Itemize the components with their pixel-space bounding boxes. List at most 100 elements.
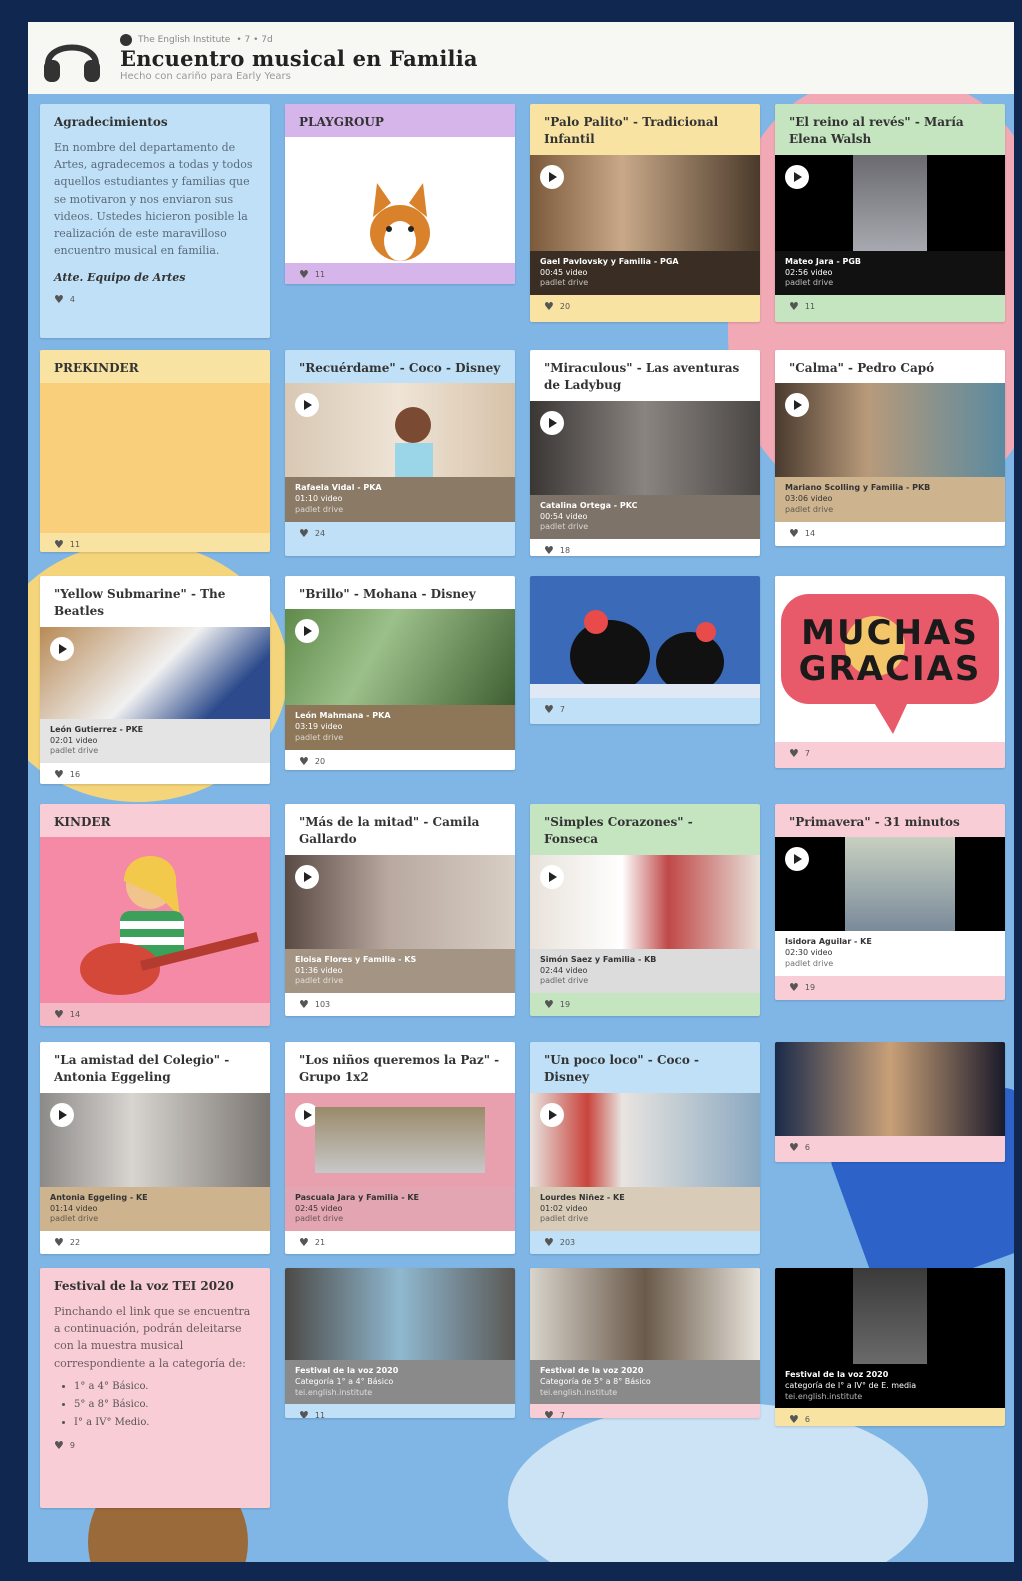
list-item[interactable]: 5° a 8° Básico. <box>74 1396 256 1414</box>
heart-icon[interactable]: ♥ <box>299 756 309 767</box>
list-item[interactable]: I° a IV° Medio. <box>74 1414 256 1432</box>
video-caption: Festival de la voz 2020 Categoría de 5° … <box>530 1360 760 1405</box>
heart-icon[interactable]: ♥ <box>299 528 309 539</box>
owner-name[interactable]: The English Institute <box>138 35 230 45</box>
post-cartoon[interactable]: ♥ 7 <box>530 576 760 724</box>
video-thumbnail[interactable] <box>775 1268 1005 1364</box>
caption-duration: 00:54 video <box>540 511 588 521</box>
play-icon[interactable] <box>50 636 74 661</box>
heart-icon[interactable]: ♥ <box>789 748 799 759</box>
video-caption: Eloisa Flores y Familia - KS 01:36 video… <box>285 948 515 994</box>
post-amistad[interactable]: "La amistad del Colegio" - Antonia Eggel… <box>40 1042 270 1254</box>
post-prekinder[interactable]: PREKINDER ♥ 11 <box>40 350 270 552</box>
like-count: 4 <box>69 294 75 304</box>
video-thumbnail[interactable] <box>530 154 760 251</box>
list-item[interactable]: 1° a 4° Básico. <box>74 1378 256 1396</box>
video-caption: Festival de la voz 2020 categoría de I° … <box>775 1364 1005 1409</box>
play-icon[interactable] <box>540 164 564 189</box>
heart-icon[interactable]: ♥ <box>544 1410 554 1418</box>
like-count: 6 <box>804 1415 810 1425</box>
play-icon[interactable] <box>540 1102 564 1127</box>
post-yellow-submarine[interactable]: "Yellow Submarine" - The Beatles León Gu… <box>40 576 270 784</box>
post-calma[interactable]: "Calma" - Pedro Capó Mariano Scolling y … <box>775 350 1005 546</box>
heart-icon[interactable]: ♥ <box>54 294 64 305</box>
padlet-header: The English Institute • 7 • 7d Encuentro… <box>28 22 1014 94</box>
like-count: 16 <box>69 770 81 780</box>
post-applause[interactable]: ♥ 6 <box>775 1042 1005 1162</box>
heart-icon[interactable]: ♥ <box>544 301 554 312</box>
post-festival-1[interactable]: Festival de la voz 2020 Categoría 1° a 4… <box>285 1268 515 1418</box>
heart-icon[interactable]: ♥ <box>299 999 309 1010</box>
heart-icon[interactable]: ♥ <box>299 1410 309 1418</box>
like-count: 19 <box>804 982 816 992</box>
heart-icon[interactable]: ♥ <box>54 1440 64 1451</box>
post-image <box>530 576 760 698</box>
post-kinder[interactable]: KINDER ♥ 14 <box>40 804 270 1026</box>
post-mas-de-la-mitad[interactable]: "Más de la mitad" - Camila Gallardo Eloi… <box>285 804 515 1016</box>
like-count: 9 <box>69 1440 75 1450</box>
play-icon[interactable] <box>50 1102 74 1127</box>
heart-icon[interactable]: ♥ <box>789 528 799 539</box>
video-thumbnail[interactable] <box>285 383 515 478</box>
heart-icon[interactable]: ♥ <box>544 704 554 715</box>
post-title: Agradecimientos <box>54 115 168 129</box>
caption-source: tei.english.institute <box>295 1387 373 1397</box>
play-icon[interactable] <box>540 410 564 435</box>
play-icon[interactable] <box>785 393 809 418</box>
video-thumbnail[interactable] <box>40 626 270 719</box>
video-thumbnail[interactable] <box>285 609 515 706</box>
owner-avatar[interactable] <box>120 34 132 46</box>
video-thumbnail[interactable] <box>530 1268 760 1360</box>
play-icon[interactable] <box>295 619 319 644</box>
caption-source: padlet drive <box>785 504 834 514</box>
video-thumbnail[interactable] <box>40 1092 270 1187</box>
post-reino-al-reves[interactable]: "El reino al revés" - María Elena Walsh … <box>775 104 1005 322</box>
like-count: 21 <box>314 1238 326 1248</box>
post-brillo[interactable]: "Brillo" - Mohana - Disney León Mahmana … <box>285 576 515 770</box>
heart-icon[interactable]: ♥ <box>299 1237 309 1248</box>
post-un-poco-loco[interactable]: "Un poco loco" - Coco - Disney Lourdes N… <box>530 1042 760 1254</box>
like-count: 11 <box>314 270 326 280</box>
heart-icon[interactable]: ♥ <box>54 1009 64 1020</box>
heart-icon[interactable]: ♥ <box>544 1237 554 1248</box>
video-thumbnail[interactable] <box>285 1268 515 1360</box>
play-icon[interactable] <box>540 864 564 889</box>
caption-author: Simón Saez y Familia - KB <box>540 954 657 964</box>
heart-icon[interactable]: ♥ <box>299 269 309 280</box>
video-thumbnail[interactable] <box>775 154 1005 251</box>
like-count: 7 <box>804 749 810 758</box>
video-thumbnail[interactable] <box>285 1092 515 1187</box>
video-thumbnail[interactable] <box>530 854 760 949</box>
post-title: "Simples Corazones" - Fonseca <box>544 815 693 847</box>
caption-duration: 01:36 video <box>295 965 343 975</box>
heart-icon[interactable]: ♥ <box>789 1414 799 1425</box>
video-thumbnail[interactable] <box>285 854 515 949</box>
play-icon[interactable] <box>295 864 319 889</box>
post-miraculous[interactable]: "Miraculous" - Las aventuras de Ladybug … <box>530 350 760 556</box>
post-festival-2[interactable]: Festival de la voz 2020 Categoría de 5° … <box>530 1268 760 1418</box>
post-muchas-gracias[interactable]: MUCHAS GRACIAS ♥ 7 <box>775 576 1005 768</box>
post-playgroup[interactable]: PLAYGROUP ♥ 11 <box>285 104 515 284</box>
post-palo-palito[interactable]: "Palo Palito" - Tradicional Infantil Gae… <box>530 104 760 322</box>
heart-icon[interactable]: ♥ <box>54 769 64 780</box>
heart-icon[interactable]: ♥ <box>789 301 799 312</box>
heart-icon[interactable]: ♥ <box>789 1142 799 1153</box>
video-thumbnail[interactable] <box>530 1092 760 1187</box>
video-thumbnail[interactable] <box>775 383 1005 478</box>
play-icon[interactable] <box>785 164 809 189</box>
post-ninos-paz[interactable]: "Los niños queremos la Paz" - Grupo 1x2 … <box>285 1042 515 1254</box>
video-thumbnail[interactable] <box>775 837 1005 932</box>
post-primavera[interactable]: "Primavera" - 31 minutos Isidora Aguilar… <box>775 804 1005 1000</box>
heart-icon[interactable]: ♥ <box>54 1237 64 1248</box>
video-thumbnail[interactable] <box>530 400 760 495</box>
post-festival[interactable]: Festival de la voz TEI 2020 Pinchando el… <box>40 1268 270 1508</box>
post-festival-3[interactable]: Festival de la voz 2020 categoría de I° … <box>775 1268 1005 1426</box>
play-icon[interactable] <box>785 847 809 872</box>
heart-icon[interactable]: ♥ <box>544 999 554 1010</box>
heart-icon[interactable]: ♥ <box>789 982 799 993</box>
heart-icon[interactable]: ♥ <box>54 539 64 550</box>
post-simples-corazones[interactable]: "Simples Corazones" - Fonseca Simón Saez… <box>530 804 760 1016</box>
post-recuerdame[interactable]: "Recuérdame" - Coco - Disney Rafaela Vid… <box>285 350 515 556</box>
heart-icon[interactable]: ♥ <box>544 545 554 556</box>
post-agradecimientos[interactable]: Agradecimientos En nombre del departamen… <box>40 104 270 338</box>
